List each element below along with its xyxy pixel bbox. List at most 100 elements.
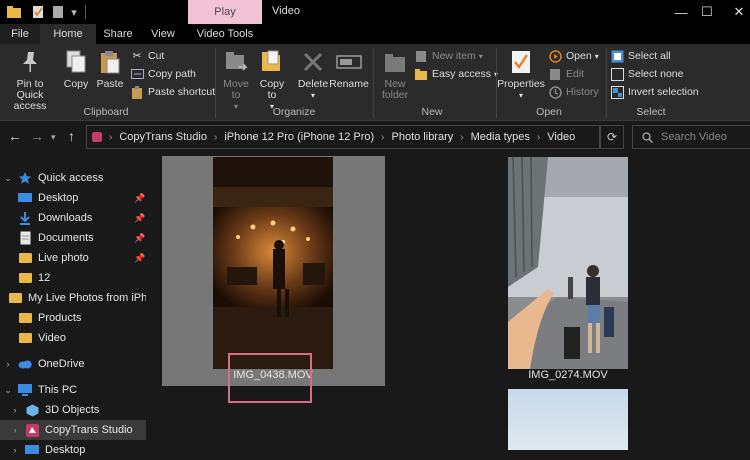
breadcrumb-photo-library[interactable]: Photo library [392, 131, 454, 143]
copy-path-icon [130, 67, 144, 81]
history-button[interactable]: History [548, 84, 599, 100]
chevron-right-icon: › [13, 425, 17, 435]
nav-item-my-live-photos[interactable]: My Live Photos from iPh [0, 288, 146, 308]
nav-item-products[interactable]: Products [0, 308, 146, 328]
group-label-select: Select [636, 106, 666, 118]
select-none-label: Select none [628, 68, 684, 80]
rename-label: Rename [329, 78, 369, 90]
nav-onedrive-label: OneDrive [38, 358, 85, 370]
paste-shortcut-button[interactable]: Paste shortcut [130, 84, 215, 100]
nav-item-12[interactable]: 12 [0, 268, 146, 288]
refresh-icon[interactable]: ⟳ [600, 125, 624, 149]
video-thumbnail[interactable] [508, 389, 628, 450]
breadcrumb-media-types[interactable]: Media types [471, 131, 530, 143]
rename-button[interactable]: Rename [329, 48, 369, 90]
download-icon [18, 211, 32, 225]
pin-to-quick-access-button[interactable]: Pin to Quick access [2, 48, 58, 112]
pinned-icon: 📌 [134, 252, 146, 263]
invert-selection-button[interactable]: Invert selection [610, 84, 699, 100]
tab-home[interactable]: Home [40, 24, 96, 44]
new-folder-button[interactable]: New folder [378, 48, 412, 101]
nav-item-desktop[interactable]: Desktop 📌 [0, 188, 146, 208]
tab-file[interactable]: File [0, 24, 40, 44]
copy-path-button[interactable]: Copy path [130, 66, 196, 82]
cut-button[interactable]: ✂ Cut [130, 48, 165, 64]
close-button[interactable]: ✕ [716, 0, 750, 24]
nav-item-copytrans-studio[interactable]: › CopyTrans Studio [0, 420, 146, 440]
select-all-button[interactable]: Select all [610, 48, 671, 64]
new-item-label: New item [432, 50, 476, 62]
up-arrow-icon[interactable]: ↑ [68, 128, 75, 144]
select-none-button[interactable]: Select none [610, 66, 683, 82]
breadcrumb-iphone[interactable]: iPhone 12 Pro (iPhone 12 Pro) [224, 131, 374, 143]
copy-path-label: Copy path [148, 68, 196, 80]
search-icon [642, 131, 653, 143]
video-thumbnail[interactable] [508, 157, 628, 369]
delete-button[interactable]: Delete ▾ [296, 48, 330, 101]
easy-access-icon [414, 67, 428, 81]
tab-video-tools[interactable]: Video Tools [188, 24, 262, 44]
nav-item-label: Desktop [38, 192, 79, 204]
breadcrumb-separator-icon: › [109, 131, 113, 143]
open-icon [548, 49, 562, 63]
window-title: Video [272, 5, 300, 17]
nav-quick-access[interactable]: ⌄ Quick access [0, 168, 146, 188]
copy-to-label: Copy to [259, 78, 285, 101]
group-label-new: New [421, 106, 443, 118]
breadcrumb-video[interactable]: Video [547, 131, 575, 143]
nav-item-downloads[interactable]: Downloads 📌 [0, 208, 146, 228]
nav-this-pc[interactable]: ⌄ This PC [0, 380, 146, 400]
search-input[interactable]: Search Video [632, 125, 750, 149]
breadcrumb-copytrans-studio[interactable]: CopyTrans Studio [119, 131, 207, 143]
customize-quick-access-icon[interactable]: ▾ [66, 4, 82, 20]
nav-onedrive[interactable]: › OneDrive [0, 354, 146, 374]
copy-to-button[interactable]: Copy to ▾ [256, 48, 288, 112]
tab-view[interactable]: View [140, 24, 186, 44]
new-item-button[interactable]: New item ▾ [414, 48, 483, 64]
nav-item-label: 3D Objects [45, 404, 100, 416]
breadcrumb-separator-icon: › [536, 131, 541, 143]
nav-item-desktop-pc[interactable]: › Desktop [0, 440, 146, 460]
recent-locations-chevron-icon[interactable]: ▾ [51, 132, 56, 143]
new-folder-icon [382, 48, 408, 76]
new-item-icon [414, 49, 428, 63]
title-bar [0, 0, 750, 24]
desktop-icon [18, 191, 32, 205]
back-arrow-icon[interactable]: ← [8, 128, 22, 144]
nav-item-3d-objects[interactable]: › 3D Objects [0, 400, 146, 420]
play-context-tab[interactable]: Play [188, 0, 262, 24]
tab-share[interactable]: Share [96, 24, 140, 44]
easy-access-button[interactable]: Easy access ▾ [414, 66, 498, 82]
nav-item-video[interactable]: Video [0, 328, 146, 348]
folder-icon [18, 311, 32, 325]
copy-button[interactable]: Copy [60, 48, 92, 90]
pinned-icon: 📌 [134, 212, 146, 223]
forward-arrow-icon[interactable]: → [30, 128, 44, 144]
paste-button[interactable]: Paste [94, 48, 126, 90]
invert-selection-label: Invert selection [628, 86, 699, 98]
edit-button[interactable]: Edit [548, 66, 584, 82]
ribbon-separator [215, 48, 216, 118]
address-bar[interactable]: › CopyTrans Studio › iPhone 12 Pro (iPho… [86, 125, 600, 149]
nav-item-documents[interactable]: Documents 📌 [0, 228, 146, 248]
move-to-button[interactable]: Move to ▾ [220, 48, 252, 112]
nav-item-live-photo[interactable]: Live photo 📌 [0, 248, 146, 268]
folder-icon [8, 291, 22, 305]
nav-item-label: Products [38, 312, 82, 324]
properties-quick-icon[interactable] [30, 4, 46, 20]
select-all-icon [610, 49, 624, 63]
new-folder-label: New folder [381, 78, 409, 101]
invert-selection-icon [610, 85, 624, 99]
video-thumbnail[interactable] [213, 157, 333, 369]
folder-icon [6, 4, 22, 20]
breadcrumb-separator-icon: › [213, 131, 218, 143]
paste-label: Paste [96, 78, 124, 90]
copy-to-icon [259, 48, 285, 76]
properties-button[interactable]: Properties ▾ [497, 48, 545, 101]
group-label-open: Open [536, 106, 562, 118]
file-name[interactable]: IMG_0274.MOV [514, 369, 622, 381]
new-folder-quick-icon[interactable] [50, 4, 66, 20]
delete-label: Delete [297, 78, 329, 90]
breadcrumb-separator-icon: › [381, 131, 385, 143]
open-button[interactable]: Open ▾ [548, 48, 599, 64]
